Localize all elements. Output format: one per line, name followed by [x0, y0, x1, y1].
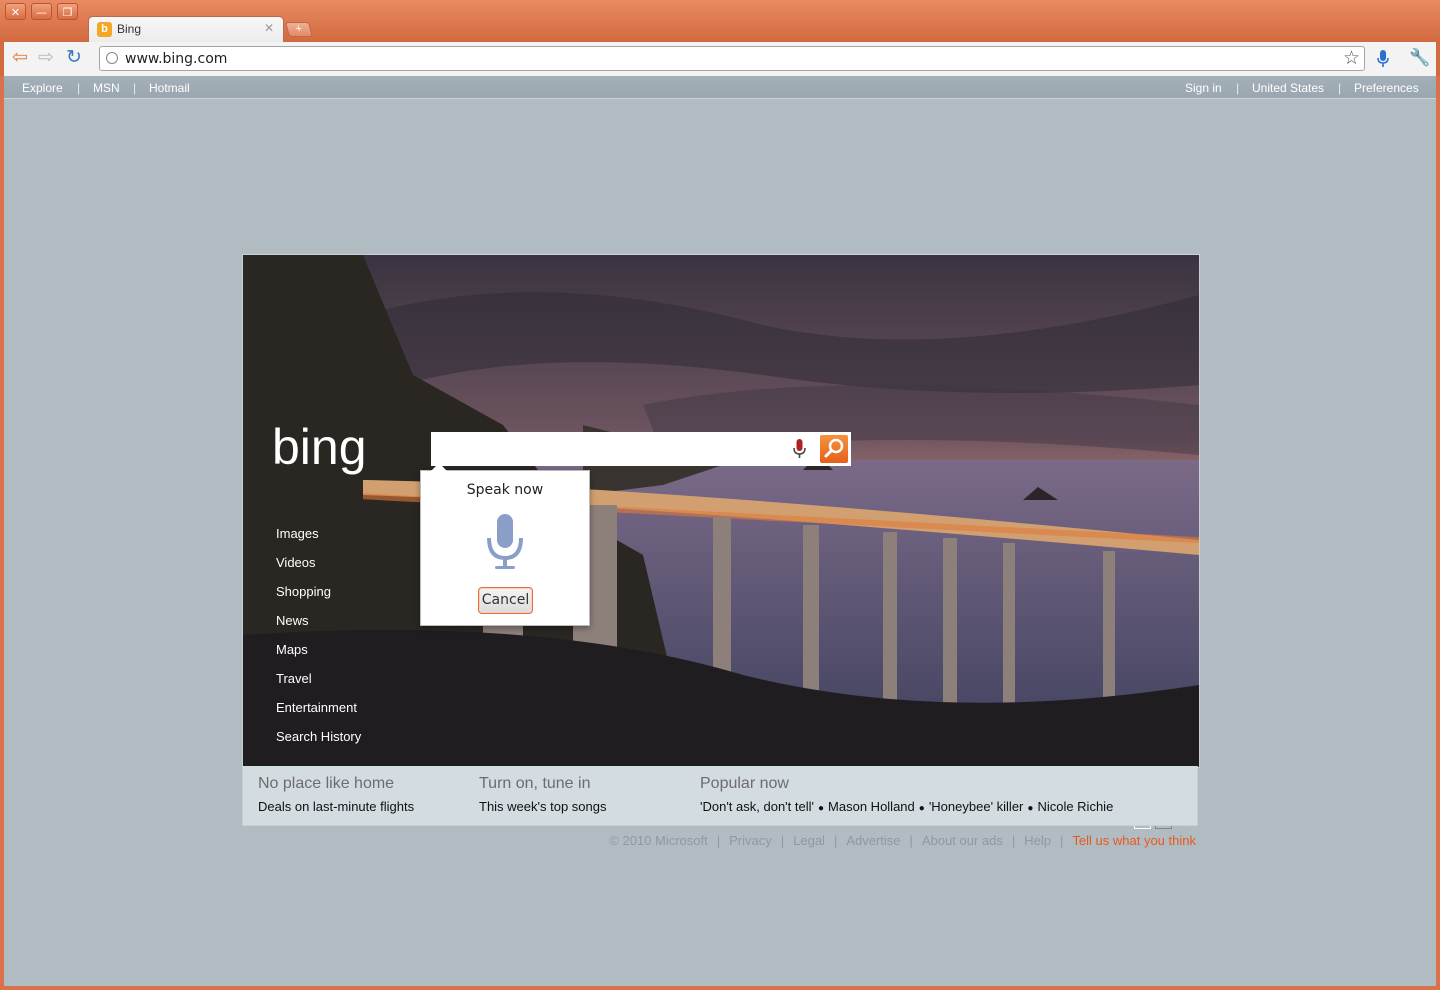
footer-separator: |: [716, 833, 721, 848]
footer-advertise[interactable]: Advertise: [846, 833, 900, 848]
infobar-column-popular: Popular now 'Don't ask, don't tell' ● Maso…: [700, 775, 1113, 814]
dot-separator: ●: [1027, 803, 1034, 814]
infobar-column-travel: No place like home Deals on last-minute …: [258, 775, 414, 814]
bookmark-star-icon[interactable]: ☆: [1343, 47, 1360, 70]
footer-legal[interactable]: Legal: [793, 833, 825, 848]
magnifier-icon: [824, 438, 844, 458]
back-icon[interactable]: ⇦: [12, 48, 28, 68]
popular-link[interactable]: 'Don't ask, don't tell': [700, 799, 814, 814]
topnav-msn[interactable]: MSN: [93, 81, 120, 95]
footer-about-ads[interactable]: About our ads: [922, 833, 1003, 848]
voice-search-mic-icon[interactable]: [793, 439, 806, 459]
nav-shopping[interactable]: Shopping: [276, 584, 331, 599]
nav-maps[interactable]: Maps: [276, 642, 308, 657]
nav-images[interactable]: Images: [276, 526, 319, 541]
browser-tab[interactable]: b Bing ✕: [88, 16, 284, 42]
popular-link[interactable]: Nicole Richie: [1037, 799, 1113, 814]
infobar-heading: No place like home: [258, 775, 395, 792]
window-titlebar: ✕ — ❐ b Bing ✕ +: [0, 0, 1440, 42]
address-bar[interactable]: www.bing.com ☆: [99, 46, 1365, 71]
infobar-heading: Popular now: [700, 775, 789, 792]
footer-privacy[interactable]: Privacy: [729, 833, 772, 848]
topnav-preferences[interactable]: Preferences: [1354, 81, 1419, 95]
speak-now-label: Speak now: [466, 482, 544, 498]
minimize-window-button[interactable]: —: [31, 3, 52, 20]
homepage-background-image: [242, 254, 1200, 768]
nav-news[interactable]: News: [276, 613, 309, 628]
infobar-heading: Turn on, tune in: [479, 775, 591, 792]
search-button[interactable]: [820, 435, 848, 463]
infobar-column-music: Turn on, tune in This week's top songs: [479, 775, 607, 814]
topnav-country[interactable]: United States: [1252, 81, 1324, 95]
wrench-menu-icon[interactable]: 🔧: [1409, 48, 1430, 68]
close-window-button[interactable]: ✕: [5, 3, 26, 20]
hotspot-infobar: No place like home Deals on last-minute …: [242, 766, 1198, 826]
cancel-button[interactable]: Cancel: [478, 587, 533, 614]
popular-link[interactable]: 'Honeybee' killer: [929, 799, 1024, 814]
footer-separator: |: [909, 833, 913, 848]
tab-title: Bing: [117, 22, 142, 36]
footer-copyright: © 2010 Microsoft: [609, 833, 708, 848]
page-viewport: Explore | MSN | Hotmail Sign in | United…: [4, 76, 1436, 986]
reload-icon[interactable]: ↻: [66, 48, 82, 68]
microphone-icon: [487, 514, 523, 569]
globe-icon: [106, 52, 118, 64]
footer-separator: |: [833, 833, 838, 848]
tab-close-icon[interactable]: ✕: [264, 21, 274, 35]
infobar-link[interactable]: This week's top songs: [479, 799, 607, 814]
topnav-sign-in[interactable]: Sign in: [1185, 81, 1222, 95]
topnav-separator: |: [133, 81, 137, 95]
topnav-hotmail[interactable]: Hotmail: [149, 81, 190, 95]
topnav-separator: |: [1338, 81, 1342, 95]
nav-entertainment[interactable]: Entertainment: [276, 700, 357, 715]
footer-help[interactable]: Help: [1024, 833, 1051, 848]
dot-separator: ●: [818, 803, 825, 814]
nav-travel[interactable]: Travel: [276, 671, 312, 686]
voice-input-mic-icon[interactable]: [1377, 50, 1389, 68]
popular-now-links: 'Don't ask, don't tell' ● Mason Holland ● 'H…: [700, 799, 1113, 814]
dot-separator: ●: [918, 803, 925, 814]
bing-favicon-icon: b: [97, 22, 112, 37]
nav-videos[interactable]: Videos: [276, 555, 316, 570]
search-input[interactable]: [437, 438, 781, 462]
footer-feedback-link[interactable]: Tell us what you think: [1072, 833, 1196, 848]
url-text[interactable]: www.bing.com: [125, 51, 227, 67]
speak-now-popup: Speak now Cancel: [420, 463, 590, 626]
bing-logo-text: bing: [272, 422, 367, 475]
bing-logo[interactable]: bing: [272, 422, 402, 476]
browser-toolbar: ⇦ ⇨ ↻ www.bing.com ☆ 🔧: [0, 42, 1440, 76]
footer-separator: |: [1011, 833, 1016, 848]
footer-separator: |: [1060, 833, 1064, 848]
infobar-link[interactable]: Deals on last-minute flights: [258, 799, 414, 814]
forward-icon[interactable]: ⇨: [38, 48, 54, 68]
topnav-explore[interactable]: Explore: [22, 81, 63, 95]
maximize-window-button[interactable]: ❐: [57, 3, 78, 20]
new-tab-button[interactable]: +: [284, 22, 314, 37]
page-footer: © 2010 Microsoft | Privacy | Legal | Advertise…: [609, 833, 1196, 848]
topnav-separator: |: [77, 81, 81, 95]
search-box[interactable]: [431, 432, 851, 466]
popular-link[interactable]: Mason Holland: [828, 799, 915, 814]
bing-top-nav: Explore | MSN | Hotmail Sign in | United…: [4, 76, 1436, 99]
popup-arrow: [431, 463, 447, 471]
topnav-separator: |: [1236, 81, 1240, 95]
footer-separator: |: [780, 833, 785, 848]
nav-search-history[interactable]: Search History: [276, 729, 361, 744]
